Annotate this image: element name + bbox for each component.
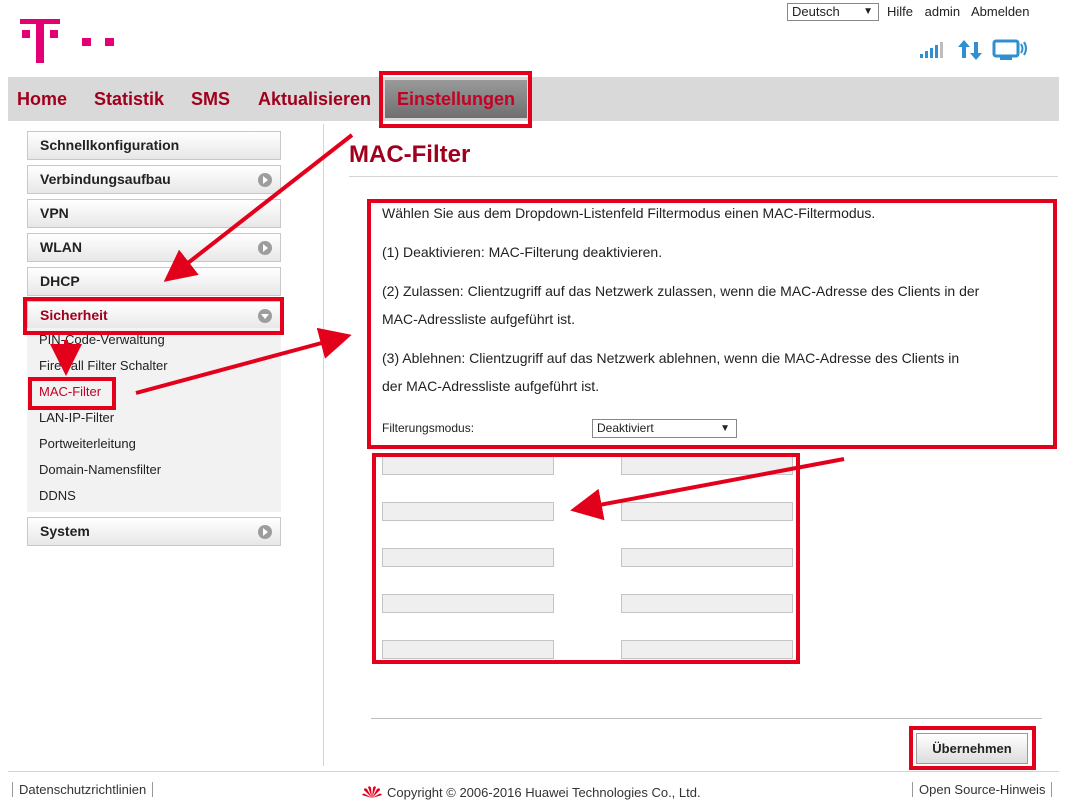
annotation-arrows (50, 133, 845, 521)
annotation-arrow-to-description (135, 327, 352, 395)
annotation-arrow-to-mac-list (570, 457, 845, 521)
annotation-arrow-to-sicherheit (163, 133, 354, 282)
